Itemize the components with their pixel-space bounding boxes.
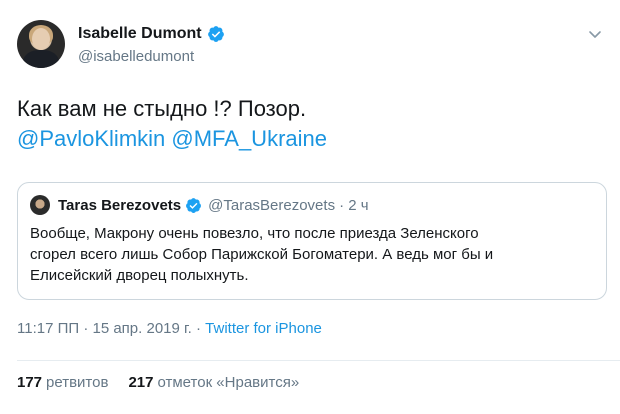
likes-count: 217 (128, 374, 154, 391)
quoted-tweet-text: Вообще, Макрону очень повезло, что после… (30, 223, 600, 286)
chevron-down-icon[interactable] (587, 26, 603, 42)
author-name-row: Isabelle Dumont (78, 23, 225, 45)
quoted-author-avatar (30, 195, 50, 215)
likes-label: отметок «Нравится» (157, 374, 300, 391)
quoted-author-name: Taras Berezovets (58, 196, 182, 214)
retweets-stat[interactable]: 177 ретвитов (17, 374, 108, 391)
divider (17, 360, 620, 361)
verified-badge-icon (207, 26, 224, 42)
tweet-header: Isabelle Dumont @isabelledumont (17, 20, 607, 72)
quoted-tweet-header: Taras Berezovets @TarasBerezovets · 2 ч (30, 194, 369, 216)
quoted-tweet-time: · 2 ч (339, 196, 369, 214)
mention-link[interactable]: @PavloKlimkin (17, 126, 165, 151)
tweet-stats: 177 ретвитов 217 отметок «Нравится» (17, 374, 319, 391)
quoted-tweet[interactable]: Taras Berezovets @TarasBerezovets · 2 ч … (17, 182, 607, 300)
likes-stat[interactable]: 217 отметок «Нравится» (128, 374, 299, 391)
author-display-name[interactable]: Isabelle Dumont (78, 25, 202, 43)
tweet-card: Isabelle Dumont @isabelledumont Как вам … (0, 0, 620, 414)
author-avatar[interactable] (17, 20, 65, 68)
tweet-timestamp[interactable]: 11:17 ПП · 15 апр. 2019 г. · (17, 320, 205, 337)
quoted-text-line: Вообще, Макрону очень повезло, что после… (30, 225, 479, 242)
quoted-text-line: Елисейский дворец полыхнуть. (30, 267, 249, 284)
tweet-meta: 11:17 ПП · 15 апр. 2019 г. · Twitter for… (17, 320, 322, 337)
tweet-text: Как вам не стыдно !? Позор. @PavloKlimki… (17, 94, 327, 154)
tweet-mentions-line: @PavloKlimkin @MFA_Ukraine (17, 124, 327, 154)
tweet-source-link[interactable]: Twitter for iPhone (205, 320, 322, 337)
verified-badge-icon (186, 197, 202, 213)
tweet-text-line: Как вам не стыдно !? Позор. (17, 96, 307, 121)
retweets-label: ретвитов (46, 374, 109, 391)
quoted-text-line: сгорел всего лишь Собор Парижской Богома… (30, 246, 494, 263)
retweets-count: 177 (17, 374, 43, 391)
mention-link[interactable]: @MFA_Ukraine (171, 126, 327, 151)
quoted-author-handle: @TarasBerezovets (208, 196, 336, 214)
author-handle[interactable]: @isabelledumont (78, 48, 194, 65)
